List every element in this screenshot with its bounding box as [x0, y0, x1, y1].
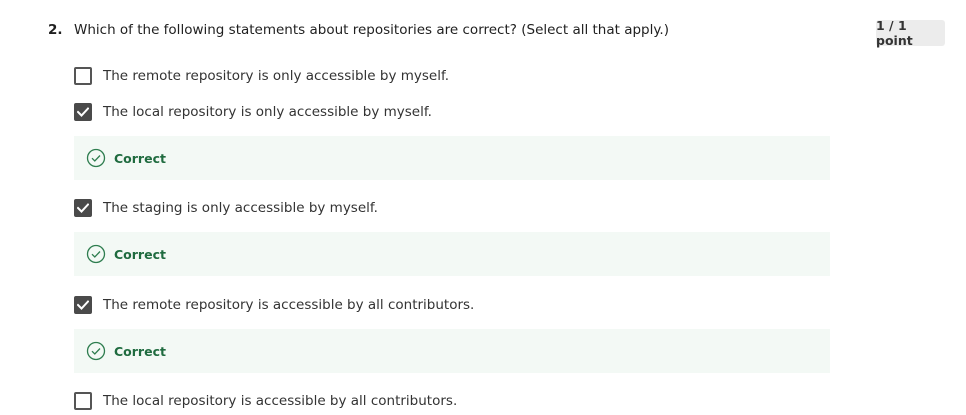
option-local-only-myself[interactable]: The local repository is only accessible …	[74, 102, 432, 122]
checkmark-icon	[77, 107, 89, 117]
option-label: The remote repository is accessible by a…	[103, 297, 475, 313]
checkbox-unchecked[interactable]	[74, 67, 92, 85]
checkmark-icon	[77, 203, 89, 213]
feedback-label: Correct	[114, 150, 166, 166]
score-badge: 1 / 1 point	[876, 18, 945, 48]
checkmark-icon	[77, 300, 89, 310]
check-circle-icon	[86, 148, 106, 168]
checkbox-unchecked[interactable]	[74, 392, 92, 410]
option-label: The local repository is only accessible …	[103, 104, 432, 120]
checkbox-checked[interactable]	[74, 103, 92, 121]
question-number: 2.	[48, 22, 63, 38]
feedback-correct: Correct	[74, 232, 830, 276]
option-remote-all-contributors[interactable]: The remote repository is accessible by a…	[74, 295, 474, 315]
option-staging-only-myself[interactable]: The staging is only accessible by myself…	[74, 198, 378, 218]
option-remote-only-myself[interactable]: The remote repository is only accessible…	[74, 66, 449, 86]
option-local-all-contributors[interactable]: The local repository is accessible by al…	[74, 391, 457, 411]
option-label: The staging is only accessible by myself…	[103, 200, 378, 216]
question-text: Which of the following statements about …	[74, 22, 669, 38]
feedback-label: Correct	[114, 246, 166, 262]
check-circle-icon	[86, 341, 106, 361]
check-circle-icon	[86, 244, 106, 264]
option-label: The remote repository is only accessible…	[103, 68, 450, 84]
checkbox-checked[interactable]	[74, 199, 92, 217]
feedback-correct: Correct	[74, 329, 830, 373]
feedback-correct: Correct	[74, 136, 830, 180]
feedback-label: Correct	[114, 343, 166, 359]
option-label: The local repository is accessible by al…	[103, 393, 458, 409]
checkbox-checked[interactable]	[74, 296, 92, 314]
